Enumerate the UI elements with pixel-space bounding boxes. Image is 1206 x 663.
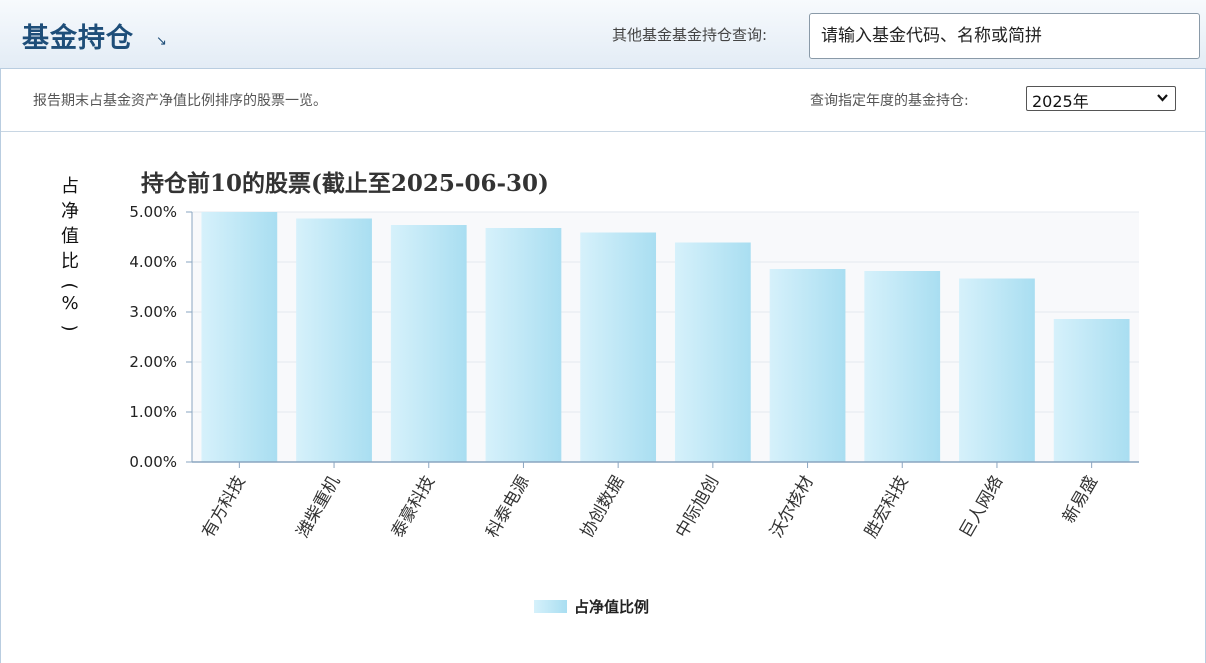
fund-query-label: 其他基金基金持仓查询: <box>612 26 768 44</box>
holdings-panel: 报告期末占基金资产净值比例排序的股票一览。 查询指定年度的基金持仓: 2025年… <box>0 69 1206 663</box>
y-axis-label-char: 比 <box>61 251 79 272</box>
bar[interactable] <box>296 218 372 463</box>
header-bar: 基金持仓 ↘ 其他基金基金持仓查询: <box>0 0 1206 69</box>
x-tick-label: 沃尔核材 <box>767 473 818 542</box>
bar[interactable] <box>864 271 941 462</box>
x-tick-label: 泰豪科技 <box>387 472 439 541</box>
x-tick-label: 新易盛 <box>1059 473 1102 527</box>
x-tick-label: 潍柴重机 <box>293 473 344 542</box>
y-tick-label: 3.00% <box>129 303 177 321</box>
x-tick-label: 科泰电源 <box>482 473 533 542</box>
y-tick-label: 4.00% <box>129 253 177 271</box>
bar[interactable] <box>390 225 467 462</box>
y-axis-label-char: ) <box>59 324 80 331</box>
holdings-bar-chart: 持仓前10的股票(截止至2025-06-30) 0.00% 1.00% 2.00% 3… <box>59 170 1139 616</box>
x-tick-label: 有方科技 <box>198 473 249 542</box>
bar[interactable] <box>485 228 562 462</box>
expand-arrow-icon[interactable]: ↘ <box>156 34 167 49</box>
chart-title: 持仓前10的股票(截止至2025-06-30) <box>141 170 549 197</box>
y-tick-label: 5.00% <box>129 203 177 221</box>
y-axis-label: 占净值比 (%) <box>59 176 80 332</box>
y-tick-label: 1.00% <box>129 403 177 421</box>
bar[interactable] <box>1053 319 1130 462</box>
x-tick-label: 胜宏科技 <box>861 473 912 542</box>
x-tick-label: 协创数据 <box>577 473 628 542</box>
y-axis-label-char: 净 <box>61 201 79 222</box>
bar[interactable] <box>959 278 1035 463</box>
bar[interactable] <box>769 269 846 462</box>
y-axis-label-char: % <box>61 293 78 314</box>
legend-label[interactable]: 占净值比例 <box>574 598 649 616</box>
bar[interactable] <box>201 212 278 462</box>
y-axis-label-char: 值 <box>61 226 79 247</box>
legend-swatch[interactable] <box>534 600 567 613</box>
y-tick-label: 2.00% <box>129 353 177 371</box>
y-tick-label: 0.00% <box>129 453 177 471</box>
bar[interactable] <box>674 242 751 463</box>
bar[interactable] <box>580 232 657 463</box>
fund-search-input[interactable] <box>809 13 1200 59</box>
chart-legend[interactable]: 占净值比例 <box>534 598 649 616</box>
y-axis-label-char: 占 <box>61 176 79 197</box>
page-title: 基金持仓 <box>22 23 134 54</box>
x-tick-label: 中际旭创 <box>672 473 723 542</box>
x-tick-label: 巨人网络 <box>956 472 1007 541</box>
y-axis-label-char: ( <box>59 282 80 289</box>
